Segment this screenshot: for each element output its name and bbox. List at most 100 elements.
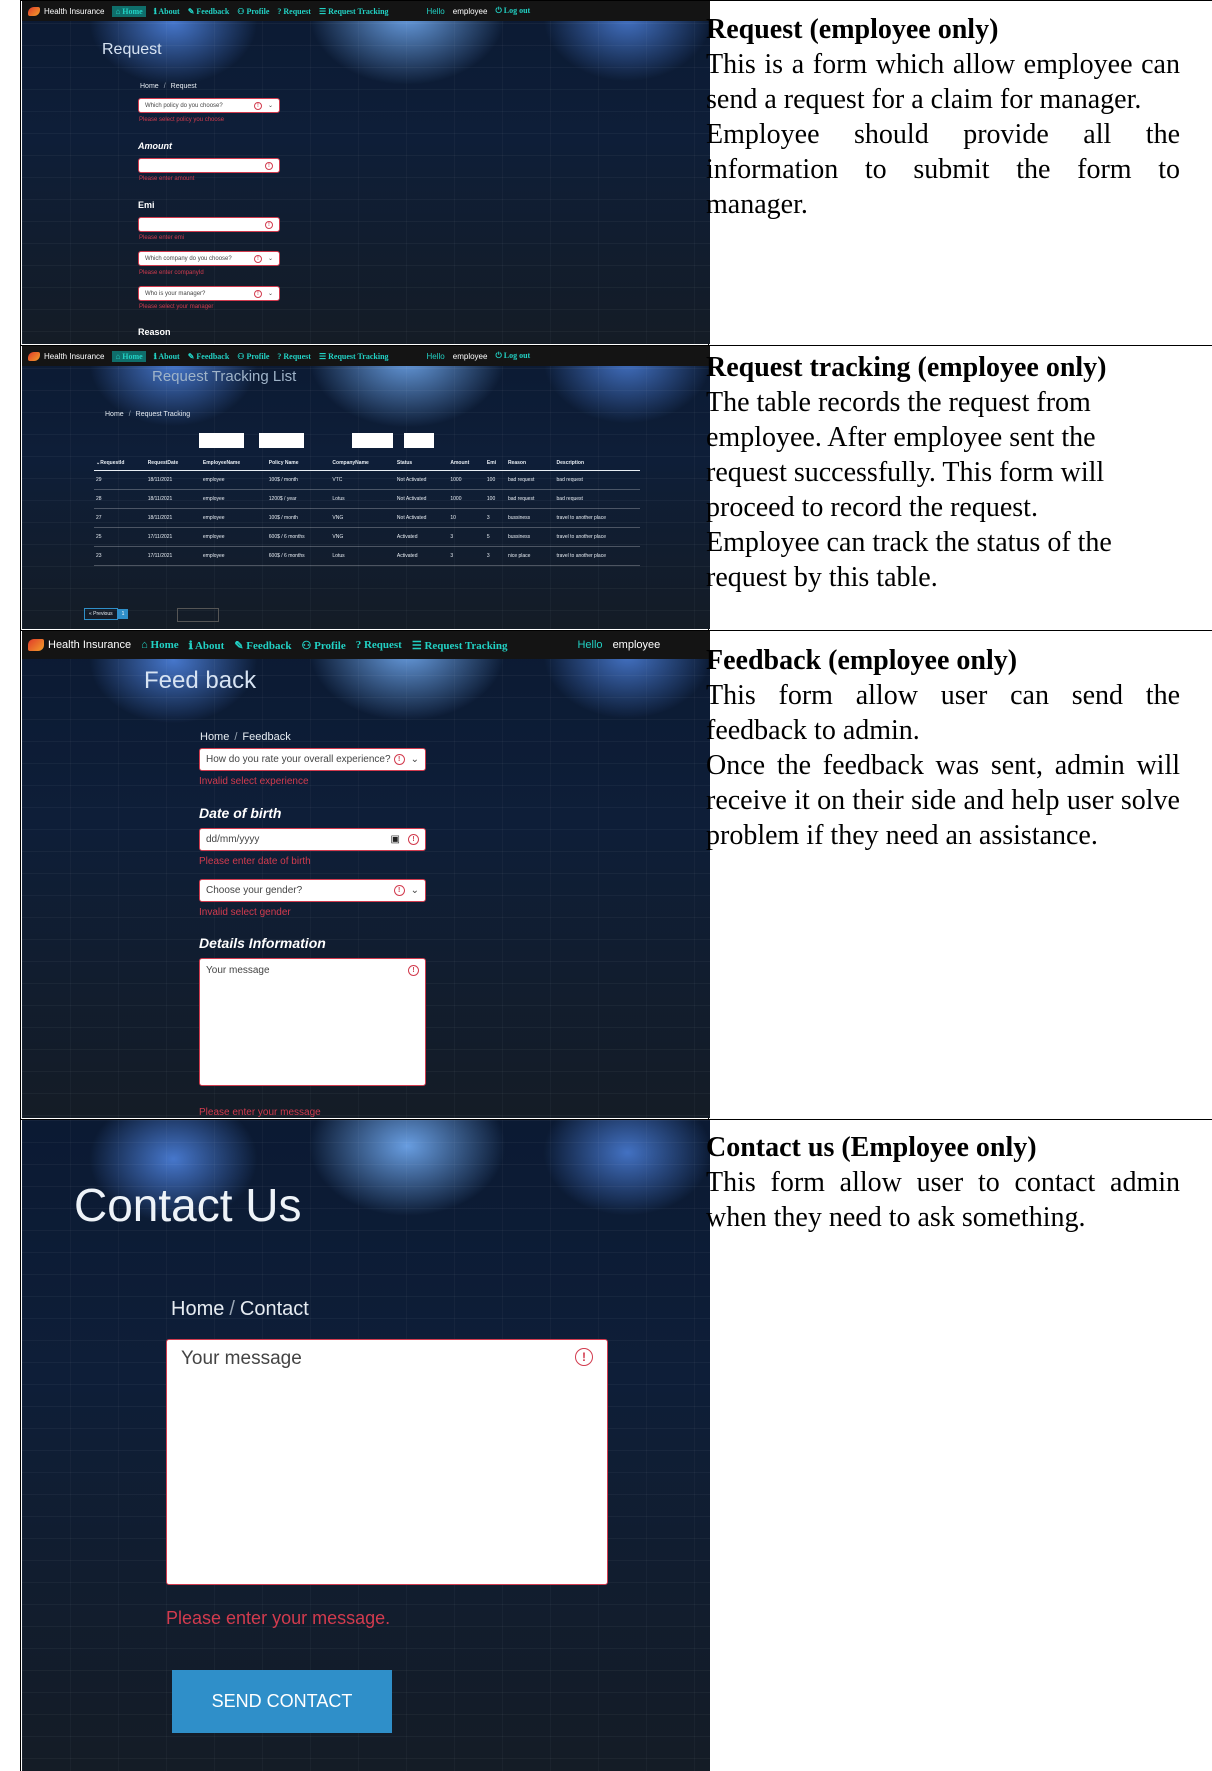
- column-header[interactable]: RequestDate: [145, 456, 201, 471]
- page-title: Request Tracking List: [152, 368, 297, 385]
- chevron-down-icon: ⌄: [267, 291, 273, 297]
- error-icon: !: [265, 161, 273, 170]
- column-header[interactable]: Policy Name: [266, 456, 331, 471]
- table-cell: 29: [94, 470, 146, 490]
- experience-select[interactable]: How do you rate your overall experience?…: [199, 748, 426, 771]
- table-row: 28 18/11/2021 employee 1200$ / year Lotus Not…: [94, 489, 640, 509]
- filter-input[interactable]: [199, 433, 244, 448]
- section-title: Request (employee only): [706, 14, 999, 45]
- page-button[interactable]: 1: [117, 609, 129, 619]
- brand[interactable]: Health Insurance: [28, 351, 104, 361]
- breadcrumb-home[interactable]: Home: [105, 411, 124, 418]
- nav-logout[interactable]: ⏻ Log out: [495, 351, 530, 361]
- message-textarea[interactable]: Your message!: [166, 1339, 608, 1585]
- navbar: Health Insurance ⌂ Home ℹ About ✎ Feedba…: [22, 631, 710, 659]
- nav-feedback[interactable]: ✎ Feedback: [188, 352, 230, 361]
- hello-text: Hello: [426, 351, 445, 361]
- table-cell: 1200$ / year: [266, 489, 331, 509]
- nav-home[interactable]: ⌂ Home: [112, 5, 146, 17]
- next-button[interactable]: [177, 608, 219, 622]
- column-header[interactable]: CompanyName: [330, 456, 395, 471]
- section-title: Feedback (employee only): [706, 645, 1018, 676]
- column-header[interactable]: Description: [554, 456, 640, 471]
- brand[interactable]: Health Insurance: [28, 639, 131, 651]
- nav-feedback[interactable]: ✎ Feedback: [188, 7, 230, 16]
- error-icon: !: [408, 834, 419, 845]
- experience-error: Invalid select experience: [199, 776, 309, 787]
- policy-error: Please select policy you choose: [139, 117, 225, 123]
- nav-tracking[interactable]: ☰ Request Tracking: [319, 352, 389, 361]
- column-header[interactable]: ⌄RequestId: [94, 456, 146, 471]
- amount-input[interactable]: !: [138, 158, 280, 173]
- table-cell: bussiness: [505, 527, 555, 547]
- error-icon: !: [253, 289, 262, 298]
- send-contact-button[interactable]: SEND CONTACT: [172, 1670, 392, 1733]
- table-cell: 28: [94, 489, 146, 509]
- company-select[interactable]: Which company do you choose?! ⌄: [138, 251, 280, 266]
- brand[interactable]: Health Insurance: [28, 6, 104, 16]
- nav-profile[interactable]: ⚇ Profile: [302, 639, 346, 652]
- table-cell: 600$ / 6 months: [266, 527, 331, 547]
- nav-tracking[interactable]: ☰ Request Tracking: [412, 639, 508, 652]
- nav-about[interactable]: ℹ About: [154, 7, 180, 16]
- table-cell: VNG: [330, 527, 395, 547]
- table-cell: 18/11/2021: [145, 470, 201, 490]
- breadcrumb-home[interactable]: Home: [140, 83, 159, 90]
- nav-home[interactable]: ⌂ Home: [141, 639, 178, 651]
- table-cell: travel to another place: [554, 546, 640, 566]
- dob-label: Date of birth: [199, 805, 282, 821]
- emi-input[interactable]: !: [138, 217, 280, 232]
- column-header[interactable]: Reason: [505, 456, 555, 471]
- table-cell: bad request: [505, 470, 555, 490]
- filter-input[interactable]: [404, 433, 434, 448]
- section-text: Employee can track the status of the req…: [706, 527, 1112, 593]
- table-cell: 25: [94, 527, 146, 547]
- table-cell: employee: [200, 470, 267, 490]
- filter-input[interactable]: [352, 433, 393, 448]
- previous-button[interactable]: « Previous: [84, 608, 118, 620]
- breadcrumb-home[interactable]: Home: [200, 731, 229, 743]
- nav-request[interactable]: ? Request: [356, 639, 402, 651]
- user-name: employee: [452, 6, 488, 16]
- column-header[interactable]: Amount: [448, 456, 485, 471]
- nav-logout[interactable]: ⏻ Log out: [495, 6, 530, 16]
- column-header[interactable]: Status: [394, 456, 449, 471]
- table-header-row: ⌄RequestId RequestDate EmployeeName Poli…: [94, 456, 640, 471]
- policy-select[interactable]: Which policy do you choose?! ⌄: [138, 98, 280, 113]
- nav-profile[interactable]: ⚇ Profile: [237, 352, 269, 361]
- column-header[interactable]: EmployeeName: [200, 456, 267, 471]
- nav-home[interactable]: ⌂ Home: [112, 350, 146, 362]
- column-header[interactable]: Emi: [484, 456, 506, 471]
- table-cell: 100$ / month: [266, 508, 331, 528]
- nav-about[interactable]: ℹ About: [154, 352, 180, 361]
- section-title: Contact us (Employee only): [706, 1132, 1037, 1163]
- breadcrumb-home[interactable]: Home: [171, 1298, 224, 1320]
- section-text: This is a form which allow employee can …: [706, 49, 1180, 115]
- nav-about[interactable]: ℹ About: [189, 639, 225, 652]
- manager-error: Please select your manager: [139, 304, 214, 310]
- calendar-icon[interactable]: ▣: [391, 834, 400, 845]
- nav-profile[interactable]: ⚇ Profile: [237, 7, 269, 16]
- logo-icon: [28, 639, 44, 651]
- nav-request[interactable]: ? Request: [277, 352, 311, 361]
- table-cell: Activated: [394, 546, 449, 566]
- nav-tracking[interactable]: ☰ Request Tracking: [319, 7, 389, 16]
- breadcrumb-current: Contact: [239, 1298, 309, 1320]
- table-row: 29 18/11/2021 employee 100$ / month VTC Not A…: [94, 470, 640, 490]
- message-textarea[interactable]: Your message!: [199, 958, 426, 1086]
- nav-request[interactable]: ? Request: [277, 7, 311, 16]
- error-icon: !: [253, 101, 262, 110]
- table-cell: bad request: [554, 489, 640, 509]
- section-text: Once the feedback was sent, admin will r…: [706, 750, 1180, 851]
- nav-feedback[interactable]: ✎ Feedback: [234, 639, 291, 652]
- filter-input[interactable]: [259, 433, 304, 448]
- gender-select[interactable]: Choose your gender?! ⌄: [199, 879, 426, 902]
- dob-input[interactable]: dd/mm/yyyy ▣!: [199, 828, 426, 851]
- table-cell: employee: [200, 527, 267, 547]
- chevron-down-icon: ⌄: [410, 885, 419, 896]
- breadcrumb-current: Feedback: [242, 731, 291, 743]
- manager-select[interactable]: Who is your manager?! ⌄: [138, 286, 280, 301]
- table-cell: 3: [448, 546, 485, 566]
- user-name: employee: [612, 639, 661, 651]
- table-cell: 100$ / month: [266, 470, 331, 490]
